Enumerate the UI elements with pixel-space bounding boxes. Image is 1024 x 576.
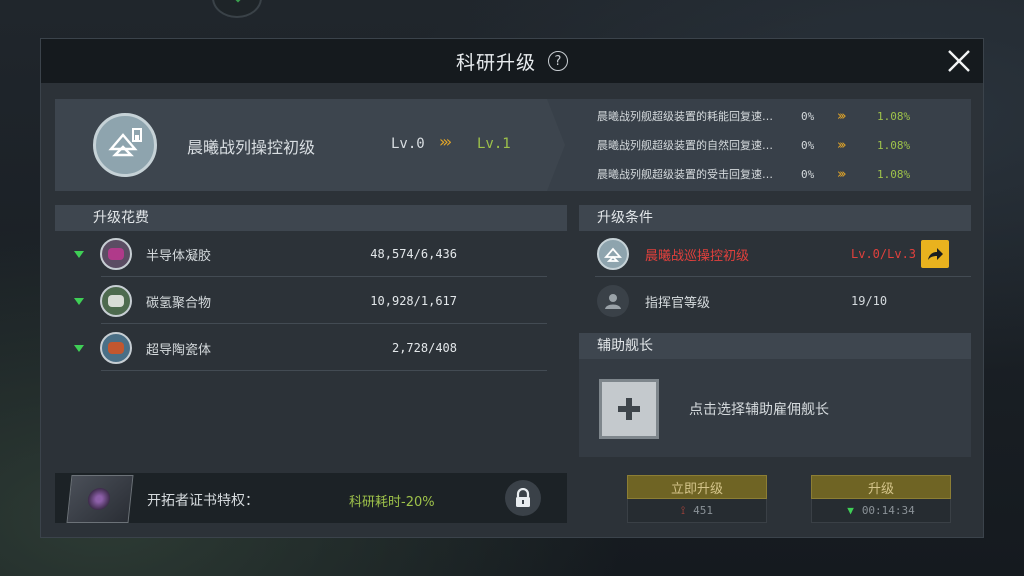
- level-arrows-icon: ›››: [439, 132, 452, 151]
- close-icon[interactable]: [945, 47, 973, 75]
- stat-arrows-icon: ›››: [837, 137, 847, 153]
- divider: [101, 323, 547, 324]
- stat-to: 1.08%: [877, 138, 911, 152]
- current-level: Lv.0: [391, 136, 425, 152]
- upgrade-time-value: 00:14:34: [861, 504, 915, 517]
- stat-from: 0%: [801, 138, 815, 152]
- stat-name: 晨曦战列舰超级装置的受击回复速…: [597, 168, 773, 181]
- assistant-header: 辅助舰长: [579, 333, 971, 359]
- instant-upgrade-label: 立即升级: [627, 475, 767, 499]
- upgrade-time: ▼ 00:14:34: [811, 499, 951, 523]
- stat-from: 0%: [801, 109, 815, 123]
- stat-arrows-icon: ›››: [837, 166, 847, 182]
- conditions-header: 升级条件: [579, 205, 971, 231]
- stat-to: 1.08%: [877, 167, 911, 181]
- stat-name: 晨曦战列舰超级装置的耗能回复速…: [597, 110, 773, 123]
- battlecruiser-control-icon: [597, 238, 629, 270]
- share-arrow-icon: [928, 248, 943, 260]
- material-gem: [108, 248, 124, 260]
- material-count: 48,574/6,436: [370, 247, 457, 261]
- stat-row: 晨曦战列舰超级装置的耗能回复速… 0% ››› 1.08%: [597, 106, 910, 126]
- material-gem: [108, 342, 124, 354]
- superconducting-ceramic-icon: [100, 332, 132, 364]
- instant-upgrade-button[interactable]: 立即升级 ⟟ 451: [627, 475, 767, 525]
- material-name: 碳氢聚合物: [146, 295, 212, 311]
- stat-name: 晨曦战列舰超级装置的自然回复速…: [597, 139, 773, 152]
- tech-glyph: [604, 247, 622, 262]
- condition-value: Lv.0/Lv.3: [851, 247, 917, 261]
- cost-header: 升级花费: [55, 205, 567, 231]
- help-icon[interactable]: ?: [548, 51, 568, 71]
- add-assistant-button[interactable]: [599, 379, 659, 439]
- research-info: 晨曦战列操控初级 Lv.0 ››› Lv.1: [55, 99, 565, 191]
- divider: [595, 276, 971, 277]
- stat-from: 0%: [801, 167, 815, 181]
- stat-to: 1.08%: [877, 109, 911, 123]
- currency-icon: ⟟: [681, 503, 686, 517]
- material-count: 10,928/1,617: [370, 294, 457, 308]
- tech-name: 晨曦战列操控初级: [187, 138, 316, 157]
- assistant-prompt: 点击选择辅助雇佣舰长: [689, 402, 829, 418]
- goto-button[interactable]: [921, 240, 949, 268]
- material-name: 半导体凝胶: [146, 248, 212, 264]
- expand-arrow-icon[interactable]: [74, 250, 84, 258]
- stat-row: 晨曦战列舰超级装置的自然回复速… 0% ››› 1.08%: [597, 135, 910, 155]
- cost-item: 超导陶瓷体 2,728/408: [55, 325, 547, 371]
- assistant-slot-panel[interactable]: 点击选择辅助雇佣舰长: [579, 359, 971, 457]
- tech-icon: [93, 113, 157, 177]
- divider: [101, 370, 547, 371]
- modal-title: 科研升级: [455, 51, 536, 74]
- condition-value: 19/10: [851, 294, 888, 308]
- research-banner: 晨曦战列操控初级 Lv.0 ››› Lv.1 晨曦战列舰超级装置的耗能回复速… …: [55, 99, 971, 191]
- timer-arrow-icon: ▼: [847, 504, 854, 517]
- divider: [101, 276, 547, 277]
- certificate-image: [66, 475, 134, 523]
- cost-item: 半导体凝胶 48,574/6,436: [55, 231, 547, 277]
- instant-cost-value: 451: [693, 504, 713, 517]
- research-upgrade-modal: 科研升级 ? 晨曦战列操控初级 Lv.0 ››› Lv.1 晨曦战列舰超级装置的…: [40, 38, 984, 538]
- condition-item: 指挥官等级 19/10: [579, 278, 971, 324]
- material-count: 2,728/408: [391, 341, 457, 355]
- condition-name: 晨曦战巡操控初级: [645, 248, 750, 264]
- privilege-value: 科研耗时-20%: [349, 495, 435, 510]
- semiconductor-gel-icon: [100, 238, 132, 270]
- hydrocarbon-polymer-icon: [100, 285, 132, 317]
- condition-item: 晨曦战巡操控初级 Lv.0/Lv.3: [579, 231, 971, 277]
- expand-arrow-icon[interactable]: [74, 297, 84, 305]
- modal-header: 科研升级 ?: [41, 39, 983, 83]
- battleship-control-icon: [108, 128, 142, 157]
- lock-button[interactable]: [505, 480, 541, 516]
- next-level: Lv.1: [477, 136, 511, 152]
- privilege-label: 开拓者证书特权：: [147, 493, 259, 509]
- expand-arrow-icon[interactable]: [74, 344, 84, 352]
- privilege-bar: 开拓者证书特权： 科研耗时-20%: [55, 473, 567, 523]
- cost-item: 碳氢聚合物 10,928/1,617: [55, 278, 547, 324]
- stat-arrows-icon: ›››: [837, 108, 847, 124]
- condition-name: 指挥官等级: [645, 295, 711, 311]
- commander-avatar-icon: [597, 285, 629, 317]
- instant-upgrade-cost: ⟟ 451: [627, 499, 767, 523]
- material-name: 超导陶瓷体: [146, 342, 212, 358]
- lock-icon: [516, 488, 530, 507]
- upgrade-button[interactable]: 升级 ▼ 00:14:34: [811, 475, 951, 525]
- material-gem: [108, 295, 124, 307]
- plus-icon: [618, 398, 640, 420]
- stat-row: 晨曦战列舰超级装置的受击回复速… 0% ››› 1.08%: [597, 164, 910, 184]
- upgrade-label: 升级: [811, 475, 951, 499]
- person-glyph: [605, 294, 621, 309]
